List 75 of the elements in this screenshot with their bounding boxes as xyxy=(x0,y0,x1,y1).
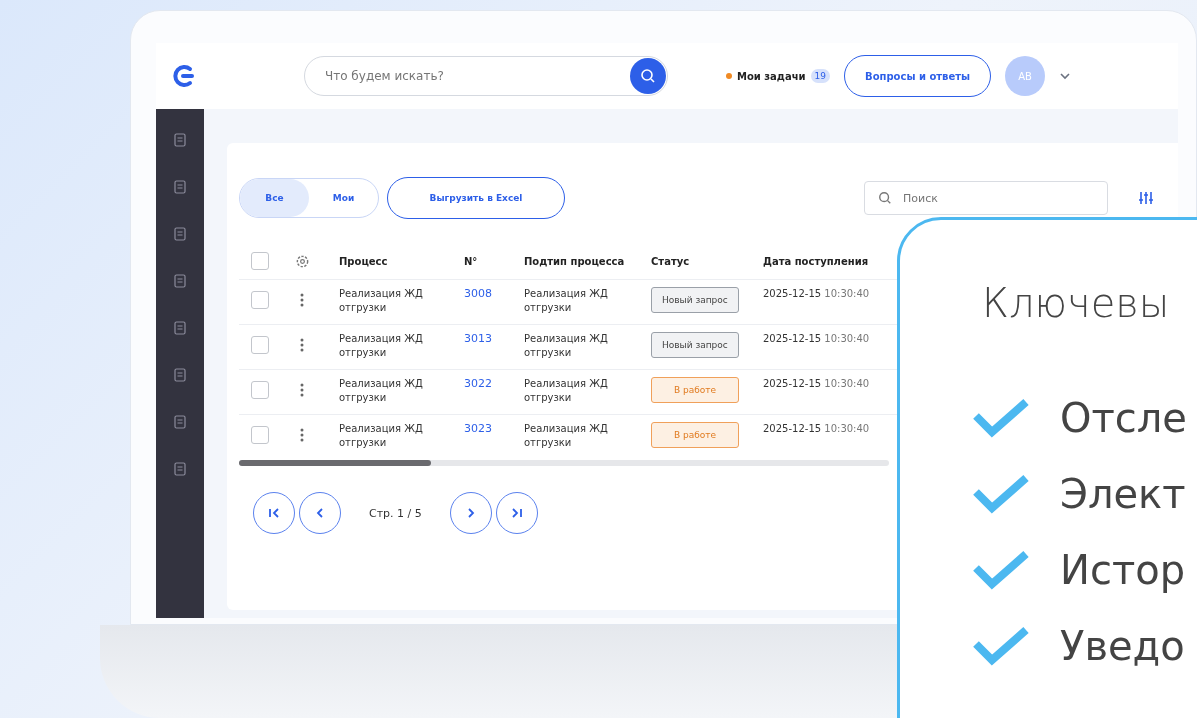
status-badge: В работе xyxy=(651,377,740,403)
column-header: N° xyxy=(464,255,479,267)
feature-text: Истор xyxy=(1060,546,1186,595)
table-cell-text: 2025-12-15 10:30:40 xyxy=(763,422,871,436)
checkmark-icon xyxy=(972,398,1030,438)
column-header: Дата поступления xyxy=(763,255,870,267)
first-page-button[interactable] xyxy=(253,492,295,534)
row-checkbox[interactable] xyxy=(251,426,269,444)
search-field[interactable]: Поиск xyxy=(864,181,1108,215)
feature-text: Отсле xyxy=(1060,394,1187,443)
horizontal-scrollbar[interactable] xyxy=(239,460,889,466)
more-options-icon[interactable] xyxy=(300,428,304,442)
request-number-link[interactable]: 3023 xyxy=(464,422,524,436)
table-cell-text: Реализация ЖД отгрузки xyxy=(339,332,424,360)
card-title: Ключевы xyxy=(982,280,1171,326)
search-icon xyxy=(640,68,656,84)
status-badge: Новый запрос xyxy=(651,332,739,358)
table-cell-text: Реализация ЖД отгрузки xyxy=(524,332,609,360)
row-checkbox[interactable] xyxy=(251,336,269,354)
request-number-link[interactable]: 3013 xyxy=(464,332,524,346)
checkmark-icon xyxy=(972,474,1030,514)
gear-icon[interactable] xyxy=(295,253,310,269)
status-dot-icon xyxy=(726,73,732,79)
table-cell-text: Реализация ЖД отгрузки xyxy=(524,377,609,405)
first-page-icon xyxy=(268,507,280,519)
table-cell-text: 2025-12-15 10:30:40 xyxy=(763,332,871,346)
export-button[interactable]: Выгрузить в Excel xyxy=(387,177,565,219)
filter-tab[interactable]: Мои xyxy=(309,179,378,217)
menu-icon[interactable] xyxy=(172,226,188,242)
column-header: Подтип процесса xyxy=(524,255,626,267)
previous-page-button[interactable] xyxy=(299,492,341,534)
next-page-button[interactable] xyxy=(449,492,492,534)
request-number-link[interactable]: 3008 xyxy=(464,287,524,301)
column-header: Процесс xyxy=(339,255,389,267)
status-badge: Новый запрос xyxy=(651,287,739,313)
feature-text: Уведо xyxy=(1060,622,1185,671)
more-options-icon[interactable] xyxy=(300,383,304,397)
table-cell-text: 2025-12-15 10:30:40 xyxy=(763,287,871,301)
row-checkbox[interactable] xyxy=(251,291,269,309)
menu-icon[interactable] xyxy=(172,179,188,195)
select-all-checkbox[interactable] xyxy=(251,252,269,270)
menu-icon[interactable] xyxy=(172,132,188,148)
faq-button[interactable]: Вопросы и ответы xyxy=(844,55,992,97)
table-cell-text: Реализация ЖД отгрузки xyxy=(339,377,424,405)
table-cell-text: 2025-12-15 10:30:40 xyxy=(763,377,871,391)
table-cell-text: Реализация ЖД отгрузки xyxy=(524,422,609,450)
task-count: 19 xyxy=(810,69,831,83)
status-badge: В работе xyxy=(651,422,740,448)
search-icon xyxy=(878,191,892,205)
my-tasks-link[interactable]: Мои задачи xyxy=(737,70,806,82)
column-header: Статус xyxy=(651,255,691,267)
page-indicator: Стр. 1 / 5 xyxy=(369,506,422,520)
more-options-icon[interactable] xyxy=(300,338,304,352)
logo-icon xyxy=(170,63,196,89)
menu-icon[interactable] xyxy=(172,461,188,477)
checkmark-icon xyxy=(972,626,1030,666)
table-cell-text: Реализация ЖД отгрузки xyxy=(339,422,424,450)
request-number-link[interactable]: 3022 xyxy=(464,377,524,391)
checkmark-icon xyxy=(972,550,1030,590)
menu-icon[interactable] xyxy=(172,273,188,289)
more-options-icon[interactable] xyxy=(300,293,304,307)
filter-tab[interactable]: Все xyxy=(240,179,309,217)
last-page-button[interactable] xyxy=(495,492,538,534)
menu-icon[interactable] xyxy=(172,367,188,383)
menu-icon[interactable] xyxy=(172,320,188,336)
table-cell-text: Реализация ЖД отгрузки xyxy=(524,287,609,315)
menu-icon[interactable] xyxy=(172,414,188,430)
filter-sliders-icon[interactable] xyxy=(1138,190,1154,206)
chevron-left-icon xyxy=(314,507,326,519)
last-page-icon xyxy=(510,507,523,519)
feature-text: Элект xyxy=(1060,470,1186,519)
chevron-down-icon[interactable] xyxy=(1059,72,1072,80)
search-field[interactable]: Что будем искать? xyxy=(304,56,668,96)
table-cell-text: Реализация ЖД отгрузки xyxy=(339,287,424,315)
row-checkbox[interactable] xyxy=(251,381,269,399)
